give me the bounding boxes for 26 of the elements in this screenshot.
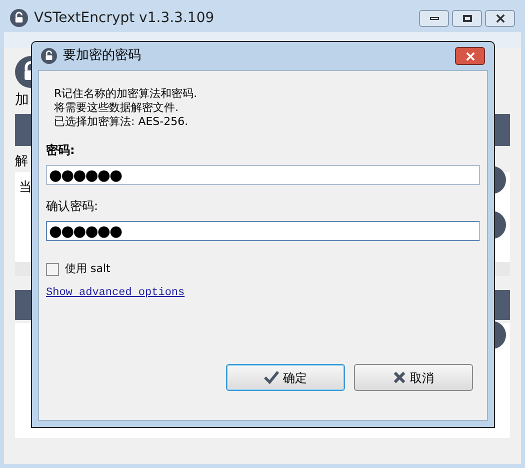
advanced-options-link[interactable]: Show advanced options: [46, 284, 185, 301]
field-label: 密码:: [46, 142, 76, 159]
lock-icon: [10, 9, 28, 27]
salt-label: 使用 salt: [65, 261, 110, 277]
close-icon: [496, 14, 504, 22]
cancel-button[interactable]: 取消: [354, 364, 473, 391]
list-item: 当: [19, 180, 32, 194]
section-label: 解: [15, 153, 29, 171]
x-icon: [393, 371, 406, 384]
field-label: 确认密码:: [46, 198, 100, 215]
password-field[interactable]: ●●●●●●: [46, 221, 480, 241]
toolbar-label: 加: [15, 91, 29, 110]
intro-text: R记住名称的加密算法和密码.: [54, 87, 198, 101]
dialog-title: 要加密的密码: [63, 47, 141, 66]
intro-text: 已选择加密算法: AES-256.: [54, 115, 190, 129]
password-field[interactable]: ●●●●●●: [46, 165, 480, 185]
window-title: VSTextEncrypt v1.3.3.109: [34, 8, 214, 28]
close-button[interactable]: [455, 47, 485, 65]
minimize-button[interactable]: [419, 10, 449, 26]
close-icon: [466, 52, 474, 60]
maximize-button[interactable]: [452, 10, 482, 26]
check-icon: [264, 371, 279, 384]
intro-text: 将需要这些数据解密文件.: [54, 101, 180, 115]
salt-checkbox[interactable]: [46, 262, 59, 276]
ok-button[interactable]: 确定: [226, 364, 345, 391]
close-button[interactable]: [485, 10, 515, 26]
